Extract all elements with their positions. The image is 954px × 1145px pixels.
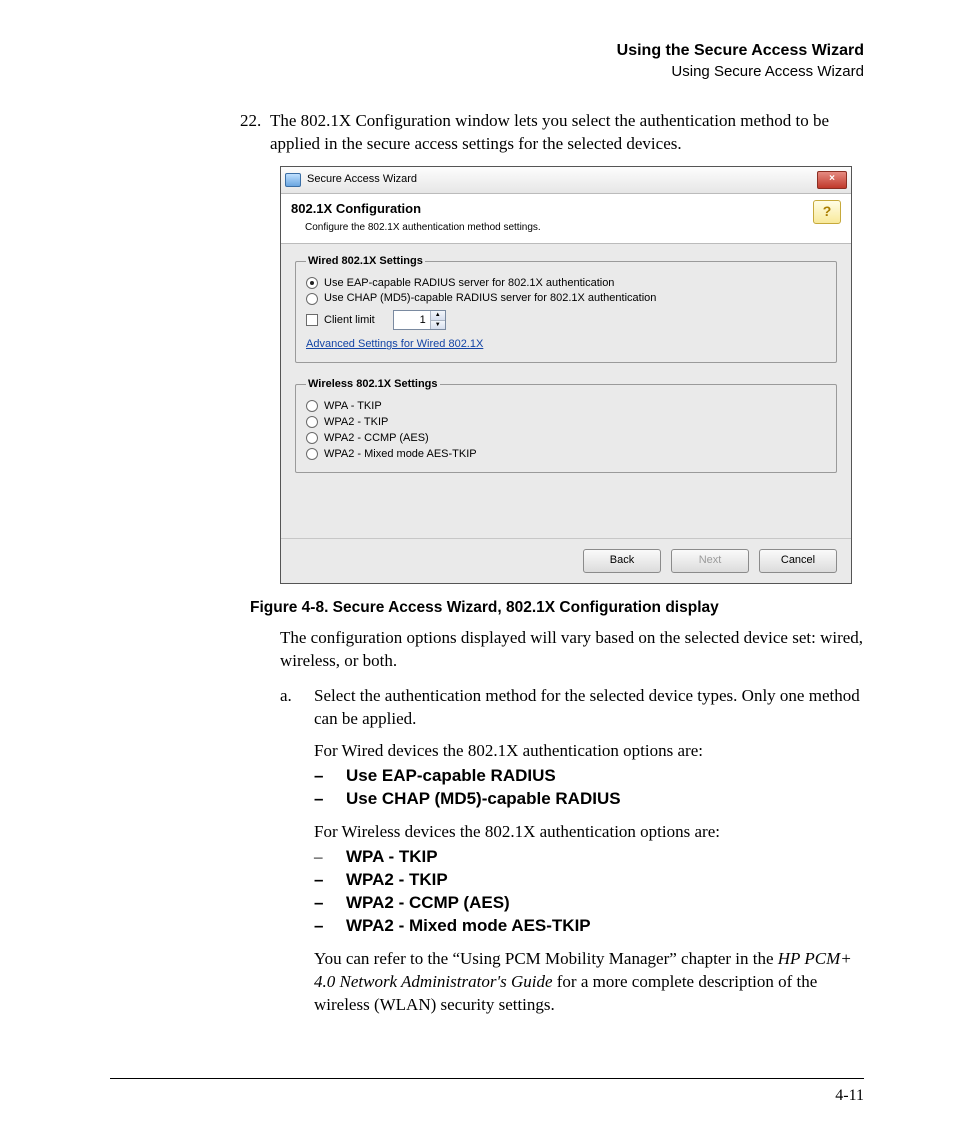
advanced-settings-link[interactable]: Advanced Settings for Wired 802.1X bbox=[306, 337, 483, 352]
radio-icon bbox=[306, 277, 318, 289]
wired-radio-eap[interactable]: Use EAP-capable RADIUS server for 802.1X… bbox=[306, 276, 826, 291]
wired-opt: Use EAP-capable RADIUS bbox=[346, 765, 556, 788]
wireless-radio-label: WPA2 - Mixed mode AES-TKIP bbox=[324, 447, 477, 462]
figure-caption: Figure 4-8. Secure Access Wizard, 802.1X… bbox=[250, 598, 864, 619]
wireless-radio-label: WPA2 - CCMP (AES) bbox=[324, 431, 429, 446]
wireless-radio-wpa2-tkip[interactable]: WPA2 - TKIP bbox=[306, 415, 826, 430]
client-limit-checkbox[interactable] bbox=[306, 314, 318, 326]
radio-icon bbox=[306, 448, 318, 460]
wired-radio-chap[interactable]: Use CHAP (MD5)-capable RADIUS server for… bbox=[306, 291, 826, 306]
wireless-opt: WPA2 - Mixed mode AES-TKIP bbox=[346, 915, 591, 938]
header-title: Using the Secure Access Wizard bbox=[110, 40, 864, 62]
dash-icon: – bbox=[314, 869, 346, 892]
radio-icon bbox=[306, 432, 318, 444]
app-icon bbox=[285, 173, 301, 187]
ref-text-1: You can refer to the “Using PCM Mobility… bbox=[314, 949, 778, 968]
wireless-fieldset: Wireless 802.1X Settings WPA - TKIP WPA2… bbox=[295, 377, 837, 473]
reference-paragraph: You can refer to the “Using PCM Mobility… bbox=[314, 948, 864, 1017]
dialog-header: 802.1X Configuration Configure the 802.1… bbox=[281, 194, 851, 244]
wired-intro: For Wired devices the 802.1X authenticat… bbox=[314, 740, 864, 763]
dialog-window: Secure Access Wizard × 802.1X Configurat… bbox=[280, 166, 852, 584]
dash-icon: – bbox=[314, 846, 346, 869]
wired-options-list: –Use EAP-capable RADIUS –Use CHAP (MD5)-… bbox=[314, 765, 864, 811]
wireless-opt: WPA - TKIP bbox=[346, 846, 438, 869]
radio-icon bbox=[306, 293, 318, 305]
client-limit-label: Client limit bbox=[324, 313, 375, 328]
wireless-intro: For Wireless devices the 802.1X authenti… bbox=[314, 821, 864, 844]
dash-icon: – bbox=[314, 765, 346, 788]
wireless-opt: WPA2 - TKIP bbox=[346, 869, 448, 892]
dialog-subtitle: Configure the 802.1X authentication meth… bbox=[305, 221, 841, 235]
step-text: The 802.1X Configuration window lets you… bbox=[270, 110, 864, 156]
dialog-body: Wired 802.1X Settings Use EAP-capable RA… bbox=[281, 244, 851, 538]
page-header: Using the Secure Access Wizard Using Sec… bbox=[110, 40, 864, 82]
wired-radio-eap-label: Use EAP-capable RADIUS server for 802.1X… bbox=[324, 276, 614, 291]
radio-icon bbox=[306, 400, 318, 412]
wireless-radio-label: WPA - TKIP bbox=[324, 399, 382, 414]
wired-opt: Use CHAP (MD5)-capable RADIUS bbox=[346, 788, 621, 811]
help-button[interactable]: ? bbox=[813, 200, 841, 224]
close-button[interactable]: × bbox=[817, 171, 847, 189]
client-limit-row: Client limit 1 ▲ ▼ bbox=[306, 310, 826, 330]
wireless-radio-wpa2-ccmp[interactable]: WPA2 - CCMP (AES) bbox=[306, 431, 826, 446]
substep-a: a. Select the authentication method for … bbox=[280, 685, 864, 731]
wired-legend: Wired 802.1X Settings bbox=[306, 254, 425, 269]
substep-label: a. bbox=[280, 685, 314, 731]
wired-radio-chap-label: Use CHAP (MD5)-capable RADIUS server for… bbox=[324, 291, 656, 306]
wireless-legend: Wireless 802.1X Settings bbox=[306, 377, 440, 392]
dialog-footer: Back Next Cancel bbox=[281, 538, 851, 583]
wired-fieldset: Wired 802.1X Settings Use EAP-capable RA… bbox=[295, 254, 837, 363]
wireless-radio-label: WPA2 - TKIP bbox=[324, 415, 388, 430]
radio-icon bbox=[306, 416, 318, 428]
titlebar: Secure Access Wizard × bbox=[281, 167, 851, 194]
wireless-opt: WPA2 - CCMP (AES) bbox=[346, 892, 510, 915]
wireless-options-list: –WPA - TKIP –WPA2 - TKIP –WPA2 - CCMP (A… bbox=[314, 846, 864, 938]
page-number: 4-11 bbox=[835, 1085, 864, 1107]
post-figure-text: The configuration options displayed will… bbox=[280, 627, 864, 673]
spinner-down-icon[interactable]: ▼ bbox=[431, 321, 445, 330]
dash-icon: – bbox=[314, 892, 346, 915]
client-limit-spinner[interactable]: 1 ▲ ▼ bbox=[393, 310, 446, 330]
footer-rule bbox=[110, 1078, 864, 1079]
header-subtitle: Using Secure Access Wizard bbox=[110, 62, 864, 82]
client-limit-value: 1 bbox=[394, 311, 430, 329]
dash-icon: – bbox=[314, 915, 346, 938]
step-number: 22. bbox=[240, 110, 270, 156]
back-button[interactable]: Back bbox=[583, 549, 661, 573]
wireless-radio-wpa2-mixed[interactable]: WPA2 - Mixed mode AES-TKIP bbox=[306, 447, 826, 462]
dash-icon: – bbox=[314, 788, 346, 811]
next-button[interactable]: Next bbox=[671, 549, 749, 573]
step-22: 22. The 802.1X Configuration window lets… bbox=[240, 110, 864, 156]
spinner-up-icon[interactable]: ▲ bbox=[431, 311, 445, 321]
dialog-title: 802.1X Configuration bbox=[291, 200, 841, 218]
cancel-button[interactable]: Cancel bbox=[759, 549, 837, 573]
wireless-radio-wpa-tkip[interactable]: WPA - TKIP bbox=[306, 399, 826, 414]
window-title: Secure Access Wizard bbox=[307, 172, 817, 187]
substep-text: Select the authentication method for the… bbox=[314, 685, 864, 731]
